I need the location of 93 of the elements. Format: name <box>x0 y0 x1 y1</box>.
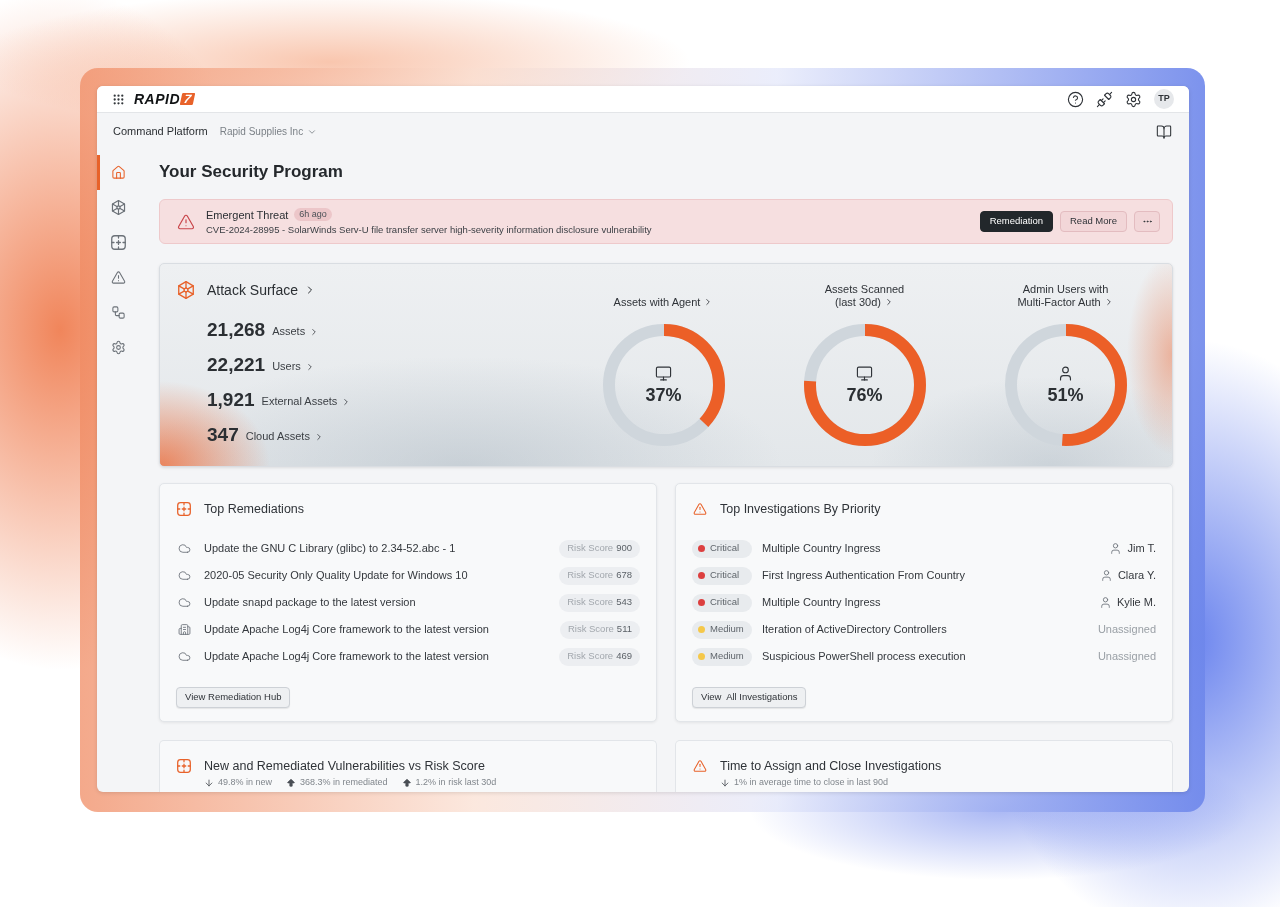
assignee-name: Kylie M. <box>1116 595 1156 611</box>
investigation-link[interactable]: Suspicious PowerShell process execution <box>762 648 966 665</box>
view-remediation-hub-button[interactable]: View Remediation Hub <box>176 686 291 708</box>
assignee-name: Unassigned <box>1097 649 1156 665</box>
trend-text: 49.8% in new <box>218 777 273 788</box>
arrow-down-icon <box>204 777 214 788</box>
cloud-icon <box>177 569 191 582</box>
remediation-link[interactable]: 2020-05 Security Only Quality Update for Windows 10 <box>204 567 468 584</box>
logo-wordmark: RAPID <box>134 91 181 107</box>
priority-label: Critical <box>710 568 740 583</box>
investigation-link[interactable]: First Ingress Authentication From Country <box>762 567 965 584</box>
attack-surface-link[interactable]: Attack Surface <box>207 279 317 301</box>
risk-score-badge: Risk Score 543 <box>559 593 640 612</box>
risk-score-badge: Risk Score 900 <box>559 539 640 558</box>
warning-icon <box>177 212 195 231</box>
building-icon <box>177 623 191 636</box>
user-icon <box>1109 542 1123 555</box>
gauge-link[interactable]: Assets Scanned (last 30d) <box>805 283 924 309</box>
warning-icon <box>693 759 707 773</box>
card-title: Top Remediations <box>204 500 305 518</box>
risk-score-badge: Risk Score 469 <box>559 647 640 666</box>
priority-label: Critical <box>710 541 740 556</box>
arrow-down-icon <box>720 777 730 788</box>
priority-label: Medium <box>710 622 744 637</box>
stat-value: 21,268 <box>207 318 266 341</box>
remediation-link[interactable]: Update Apache Log4j Core framework to the latest version <box>204 621 489 638</box>
assignee-name: Clara Y. <box>1117 568 1156 584</box>
alert-action-button[interactable]: Remediation <box>979 211 1053 232</box>
stat-value: 1,921 <box>207 388 255 411</box>
investigation-link[interactable]: Iteration of ActiveDirectory Controllers <box>762 621 947 638</box>
investigation-link[interactable]: Multiple Country Ingress <box>762 594 881 611</box>
plus-square-icon <box>177 759 191 773</box>
investigation-link[interactable]: Multiple Country Ingress <box>762 540 881 557</box>
help-icon[interactable] <box>1067 90 1084 108</box>
priority-label: Medium <box>710 649 744 664</box>
user-avatar[interactable]: TP <box>1154 89 1174 109</box>
monitor-icon <box>856 364 873 382</box>
page-title: Your Security Program <box>159 161 344 183</box>
settings-icon[interactable] <box>1125 90 1142 108</box>
stat-link[interactable]: Cloud Assets <box>245 428 324 445</box>
alert-title: Emergent Threat <box>206 207 289 222</box>
gauge-value: 51% <box>1047 383 1084 406</box>
stat-link[interactable]: Users <box>272 358 315 375</box>
alert-action-button[interactable]: Read More <box>1060 211 1127 232</box>
logo-mark: 7 <box>179 93 196 105</box>
time-badge: 6h ago <box>294 208 332 221</box>
platform-title: Command Platform <box>113 124 208 140</box>
network-icon <box>111 200 126 215</box>
network-icon <box>177 281 195 299</box>
alert-description: CVE-2024-28995 - SolarWinds Serv-U file transfer server high-severity information disclosure vulnerability <box>206 223 652 236</box>
stat-value: 22,221 <box>207 353 266 376</box>
card-title: Time to Assign and Close Investigations <box>720 757 942 775</box>
organization-dropdown[interactable]: Rapid Supplies Inc <box>219 124 318 139</box>
workflow-icon <box>111 305 126 320</box>
gauge-link[interactable]: Admin Users with Multi-Factor Auth <box>1006 283 1125 309</box>
user-icon <box>1099 569 1113 582</box>
remediation-link[interactable]: Update snapd package to the latest version <box>204 594 416 611</box>
trend-text: 1.2% in risk last 30d <box>415 777 497 788</box>
gauge-value: 37% <box>645 383 682 406</box>
view-all-investigations-button[interactable]: View All Investigations <box>692 686 807 708</box>
remediation-link[interactable]: Update Apache Log4j Core framework to the latest version <box>204 648 489 665</box>
assignee-name: Unassigned <box>1097 622 1156 638</box>
gauge-link[interactable]: Assets with Agent <box>613 296 714 309</box>
plus-square-icon <box>177 502 191 516</box>
home-icon <box>111 165 126 180</box>
settings-icon <box>111 340 126 355</box>
trend-text: 1% in average time to close in last 90d <box>734 777 889 788</box>
risk-score-badge: Risk Score 511 <box>559 620 640 639</box>
stat-link[interactable]: Assets <box>272 323 320 340</box>
arrow-up-icon <box>286 777 297 788</box>
remediation-link[interactable]: Update the GNU C Library (glibc) to 2.34-52.abc - 1 <box>204 540 456 557</box>
app-grid-icon[interactable] <box>112 92 125 106</box>
warning-icon <box>111 270 126 285</box>
cloud-icon <box>177 650 191 663</box>
user-icon <box>1098 596 1112 609</box>
assignee-name: Jim T. <box>1127 541 1156 557</box>
trend-text: 368.3% in remediated <box>300 777 388 788</box>
stat-value: 347 <box>207 423 239 446</box>
stat-link[interactable]: External Assets <box>261 393 352 410</box>
cloud-icon <box>177 542 191 555</box>
risk-score-badge: Risk Score 678 <box>559 566 640 585</box>
card-title: New and Remediated Vulnerabilities vs Risk Score <box>204 757 485 775</box>
monitor-icon <box>655 364 672 382</box>
card-title: Top Investigations By Priority <box>720 500 881 518</box>
cloud-icon <box>177 596 191 609</box>
plug-icon[interactable] <box>1096 90 1113 108</box>
plus-square-icon <box>111 235 126 250</box>
book-icon[interactable] <box>1156 123 1172 140</box>
warning-icon <box>693 502 707 516</box>
gauge-value: 76% <box>846 383 883 406</box>
user-icon <box>1057 364 1074 382</box>
priority-label: Critical <box>710 595 740 610</box>
arrow-up-icon <box>401 777 412 788</box>
